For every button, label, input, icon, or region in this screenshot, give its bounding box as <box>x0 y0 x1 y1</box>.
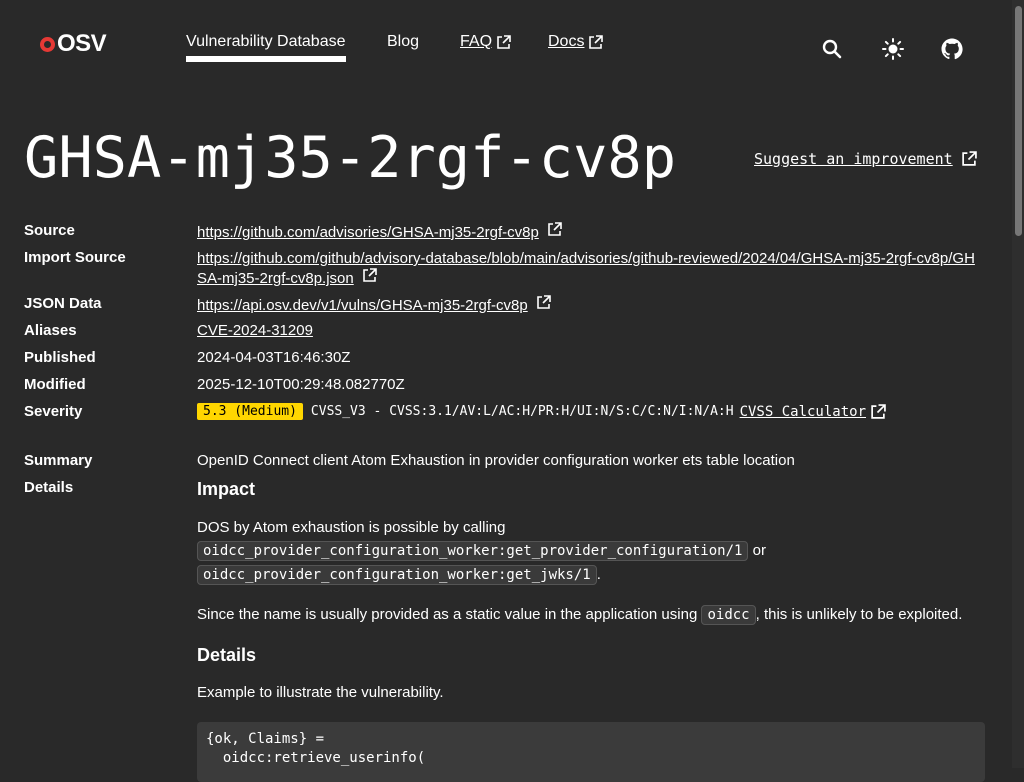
source-label: Source <box>24 222 75 239</box>
json-data-link[interactable]: https://api.osv.dev/v1/vulns/GHSA-mj35-2… <box>197 297 528 314</box>
scrollbar-thumb[interactable] <box>1015 6 1022 236</box>
nav-vulnerability-database[interactable]: Vulnerability Database <box>186 33 346 62</box>
source-link[interactable]: https://github.com/advisories/GHSA-mj35-… <box>197 224 539 241</box>
external-link-icon <box>961 151 977 166</box>
search-icon[interactable] <box>820 37 844 61</box>
impact-heading: Impact <box>197 479 256 499</box>
import-source-value: https://github.com/github/advisory-datab… <box>197 249 977 288</box>
import-source-link[interactable]: https://github.com/github/advisory-datab… <box>197 250 975 287</box>
or-text: or <box>752 542 766 559</box>
nav-docs-label: Docs <box>548 33 585 50</box>
code-block: {ok, Claims} = oidcc:retrieve_userinfo( <box>197 722 985 782</box>
impact-paragraph-2: Since the name is usually provided as a … <box>197 605 963 625</box>
details-paragraph-1: Example to illustrate the vulnerability. <box>197 684 444 701</box>
external-link-icon <box>548 222 562 236</box>
nav-faq[interactable]: FAQ <box>460 33 511 51</box>
suggest-improvement-label: Suggest an improvement <box>754 150 953 168</box>
impact-code-line-2: oidcc_provider_configuration_worker:get_… <box>197 565 601 585</box>
json-data-value: https://api.osv.dev/v1/vulns/GHSA-mj35-2… <box>197 295 551 314</box>
inline-code: oidcc <box>701 605 756 625</box>
period-text: . <box>596 566 601 583</box>
nav-faq-label: FAQ <box>460 33 493 50</box>
impact-p2-text-b: , this is unlikely to be exploited. <box>755 606 963 623</box>
osv-logo-mark <box>40 36 55 52</box>
import-source-label: Import Source <box>24 249 126 266</box>
published-label: Published <box>24 349 96 366</box>
severity-label: Severity <box>24 403 83 420</box>
alias-link[interactable]: CVE-2024-31209 <box>197 322 313 339</box>
severity-badge: 5.3 (Medium) <box>197 403 303 420</box>
page-title: GHSA-mj35-2rgf-cv8p <box>24 125 677 191</box>
external-link-icon <box>537 295 551 309</box>
json-data-label: JSON Data <box>24 295 102 312</box>
external-link-icon <box>871 403 886 419</box>
impact-paragraph-1: DOS by Atom exhaustion is possible by ca… <box>197 519 506 536</box>
osv-logo[interactable]: OSV <box>40 30 107 58</box>
inline-code: oidcc_provider_configuration_worker:get_… <box>197 541 749 561</box>
details-heading: Details <box>197 645 257 665</box>
external-link-icon <box>363 268 377 282</box>
published-value: 2024-04-03T16:46:30Z <box>197 349 351 366</box>
suggest-improvement-link[interactable]: Suggest an improvement <box>754 150 977 168</box>
summary-label: Summary <box>24 452 93 469</box>
osv-logo-text: OSV <box>57 30 107 57</box>
github-icon[interactable] <box>940 37 964 61</box>
modified-label: Modified <box>24 376 86 393</box>
nav-docs[interactable]: Docs <box>548 33 604 51</box>
impact-code-line-1: oidcc_provider_configuration_worker:get_… <box>197 541 766 561</box>
severity-vector: CVSS_V3 - CVSS:3.1/AV:L/AC:H/PR:H/UI:N/S… <box>310 404 734 419</box>
impact-p2-text-a: Since the name is usually provided as a … <box>197 606 698 623</box>
theme-toggle-icon[interactable] <box>881 37 905 61</box>
aliases-value: CVE-2024-31209 <box>197 322 313 339</box>
details-label: Details <box>24 479 74 496</box>
nav-blog[interactable]: Blog <box>387 33 419 51</box>
external-link-icon <box>589 34 604 49</box>
severity-value: 5.3 (Medium) CVSS_V3 - CVSS:3.1/AV:L/AC:… <box>197 403 886 420</box>
inline-code: oidcc_provider_configuration_worker:get_… <box>197 565 597 585</box>
aliases-label: Aliases <box>24 322 77 339</box>
summary-value: OpenID Connect client Atom Exhaustion in… <box>197 452 795 469</box>
source-value: https://github.com/advisories/GHSA-mj35-… <box>197 222 562 241</box>
modified-value: 2025-12-10T00:29:48.082770Z <box>197 376 405 393</box>
cvss-calculator-link[interactable]: CVSS Calculator <box>740 404 866 420</box>
page-scrollbar[interactable] <box>1012 0 1024 768</box>
external-link-icon <box>497 34 511 49</box>
